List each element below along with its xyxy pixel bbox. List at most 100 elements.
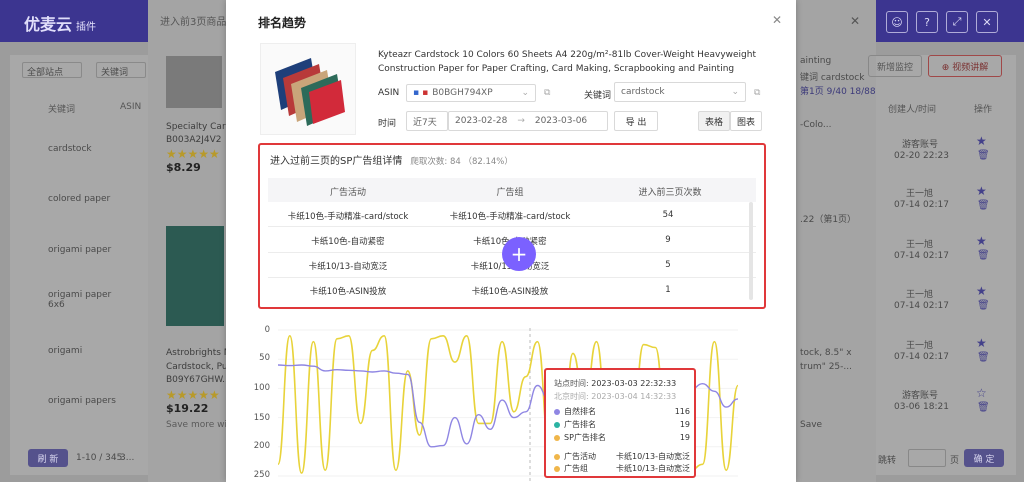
sp-cell-count: 9 bbox=[665, 235, 671, 245]
chevron-down-icon: ⌄ bbox=[521, 88, 529, 98]
external-link-icon[interactable]: ⧉ bbox=[754, 88, 760, 98]
keyword-filter[interactable]: 关键词 bbox=[96, 62, 146, 78]
monitor-list-panel bbox=[876, 55, 1016, 475]
legend-dot-icon bbox=[554, 434, 560, 441]
right-snippet: tock, 8.5" x bbox=[800, 348, 852, 358]
asin-value: B0BGH794XP bbox=[432, 88, 493, 98]
tooltip-row-ad: 广告排名 19 bbox=[554, 419, 690, 430]
sp-cell-group: 卡纸10色-手动精准-card/stock bbox=[449, 212, 571, 222]
app-logo: 优麦云 插件 bbox=[24, 15, 97, 34]
range-value: 近7天 bbox=[413, 117, 437, 128]
product-asin: B003A2J4V2 bbox=[166, 135, 222, 145]
tooltip-row-adgroup: 广告组 卡纸10/13-自动宽泛 bbox=[554, 463, 690, 474]
keyword-value: cardstock bbox=[621, 87, 665, 97]
date-from: 2023-02-28 bbox=[455, 116, 508, 126]
keyword-row[interactable]: origami papers bbox=[48, 396, 116, 406]
favorite-star-outline-icon[interactable]: ☆ bbox=[976, 386, 987, 400]
favorite-star-icon[interactable]: ★ bbox=[976, 234, 987, 248]
view-chart-button[interactable]: 图表 bbox=[730, 111, 762, 131]
goto-page-input[interactable] bbox=[908, 449, 946, 467]
chart-tooltip: 站点时间: 2023-03-03 22:32:33 北京时间: 2023-03-… bbox=[544, 368, 696, 478]
add-monitor-button[interactable]: 新增监控 bbox=[868, 55, 922, 77]
legend-dot-icon bbox=[554, 453, 560, 460]
product-price: $8.29 bbox=[166, 161, 201, 174]
sp-table-scrollbar[interactable] bbox=[749, 202, 753, 300]
row-creator: 王一旭 bbox=[906, 341, 934, 351]
delete-trash-icon[interactable]: 🗑 bbox=[977, 250, 990, 261]
y-tick-label: 200 bbox=[253, 441, 270, 451]
external-link-icon[interactable]: ⧉ bbox=[544, 88, 550, 98]
favorite-star-icon[interactable]: ★ bbox=[976, 134, 987, 148]
page-label: 页 bbox=[950, 456, 960, 466]
product-image bbox=[260, 43, 356, 135]
add-floating-button[interactable]: + bbox=[502, 237, 536, 271]
range-select[interactable]: 近7天 bbox=[406, 111, 448, 131]
help-icon[interactable]: ? bbox=[916, 11, 938, 33]
row-time: 07-14 02:17 bbox=[894, 251, 949, 261]
row-time: 07-14 02:17 bbox=[894, 200, 949, 210]
chevron-down-icon: ⌄ bbox=[731, 87, 739, 97]
keyword-row[interactable]: origami paper 6x6 bbox=[48, 290, 128, 310]
delete-trash-icon[interactable]: 🗑 bbox=[977, 402, 990, 413]
keyword-row[interactable]: colored paper bbox=[48, 194, 110, 204]
product-title: Kyteazr Cardstock 10 Colors 60 Sheets A4… bbox=[378, 50, 756, 74]
keyword-row[interactable]: origami bbox=[48, 346, 82, 356]
keyword-row[interactable]: origami paper bbox=[48, 245, 111, 255]
sp-cell-count: 54 bbox=[662, 210, 674, 220]
sp-cell-campaign: 卡纸10色-ASIN投放 bbox=[309, 287, 387, 297]
row-creator: 游客账号 bbox=[902, 391, 939, 401]
keyword-label: 关键词 bbox=[584, 91, 612, 101]
keyword-select[interactable]: cardstock ⌄ bbox=[614, 82, 746, 102]
y-tick-label: 150 bbox=[253, 413, 270, 423]
row-creator: 王一旭 bbox=[906, 240, 934, 250]
export-button[interactable]: 导 出 bbox=[614, 111, 658, 131]
site-filter[interactable]: 全部站点 bbox=[22, 62, 82, 78]
delete-trash-icon[interactable]: 🗑 bbox=[977, 300, 990, 311]
sp-cell-count: 1 bbox=[665, 285, 671, 295]
tooltip-row-natural: 自然排名 116 bbox=[554, 406, 690, 417]
asin-label: ASIN bbox=[378, 88, 400, 98]
date-to: 2023-03-06 bbox=[534, 116, 588, 126]
favorite-star-icon[interactable]: ★ bbox=[976, 336, 987, 350]
col-count: 进入前三页次数 bbox=[638, 188, 702, 198]
y-tick-label: 50 bbox=[259, 353, 270, 363]
row-time: 07-14 02:17 bbox=[894, 352, 949, 362]
row-time: 02-20 22:23 bbox=[894, 151, 949, 161]
legend-dot-icon bbox=[554, 421, 560, 428]
sp-cell-campaign: 卡纸10色-自动紧密 bbox=[311, 237, 385, 247]
video-tutorial-button[interactable]: ⊕ 视频讲解 bbox=[928, 55, 1002, 77]
refresh-button[interactable]: 刷 新 bbox=[28, 449, 68, 467]
modal-title: 排名趋势 bbox=[258, 16, 307, 30]
date-range-picker[interactable]: 2023-02-28 → 2023-03-06 bbox=[448, 111, 608, 131]
date-arrow: → bbox=[517, 116, 525, 126]
user-icon[interactable]: ☺ bbox=[886, 11, 908, 33]
pagination-more: 3... bbox=[120, 453, 135, 463]
right-snippet: .22（第1页） bbox=[800, 215, 857, 225]
site-time: 站点时间: 2023-03-03 22:32:33 bbox=[554, 379, 677, 388]
beijing-time: 北京时间: 2023-03-04 14:32:33 bbox=[554, 392, 677, 401]
rating-stars: ★★★★★ bbox=[166, 147, 220, 161]
sp-cell-campaign: 卡纸10/13-自动宽泛 bbox=[308, 262, 388, 272]
row-creator: 王一旭 bbox=[906, 189, 934, 199]
expand-icon[interactable]: ⤢ bbox=[946, 11, 968, 33]
keyword-row[interactable]: cardstock bbox=[48, 144, 92, 154]
creator-column-header: 创建人/时间 bbox=[888, 105, 937, 115]
modal-close-icon[interactable]: ✕ bbox=[772, 13, 782, 27]
asin-select[interactable]: ▪ ▪ B0BGH794XP ⌄ bbox=[406, 84, 536, 102]
delete-trash-icon[interactable]: 🗑 bbox=[977, 150, 990, 161]
sp-cell-campaign: 卡纸10色-手动精准-card/stock bbox=[287, 212, 409, 222]
delete-trash-icon[interactable]: 🗑 bbox=[977, 352, 990, 363]
y-tick-label: 0 bbox=[264, 325, 270, 335]
confirm-page-button[interactable]: 确 定 bbox=[964, 449, 1004, 467]
flag-icon: ▪ bbox=[413, 88, 420, 98]
product-price: $19.22 bbox=[166, 402, 209, 415]
favorite-star-icon[interactable]: ★ bbox=[976, 184, 987, 198]
view-table-button[interactable]: 表格 bbox=[698, 111, 730, 131]
panel-close-icon[interactable]: ✕ bbox=[850, 14, 860, 28]
delete-trash-icon[interactable]: 🗑 bbox=[977, 200, 990, 211]
close-icon[interactable]: ✕ bbox=[976, 11, 998, 33]
us-flag-icon: ▪ bbox=[422, 88, 429, 98]
product-thumbnail bbox=[166, 226, 224, 326]
pagination-info: 1-10 / 345 bbox=[76, 453, 123, 463]
favorite-star-icon[interactable]: ★ bbox=[976, 284, 987, 298]
